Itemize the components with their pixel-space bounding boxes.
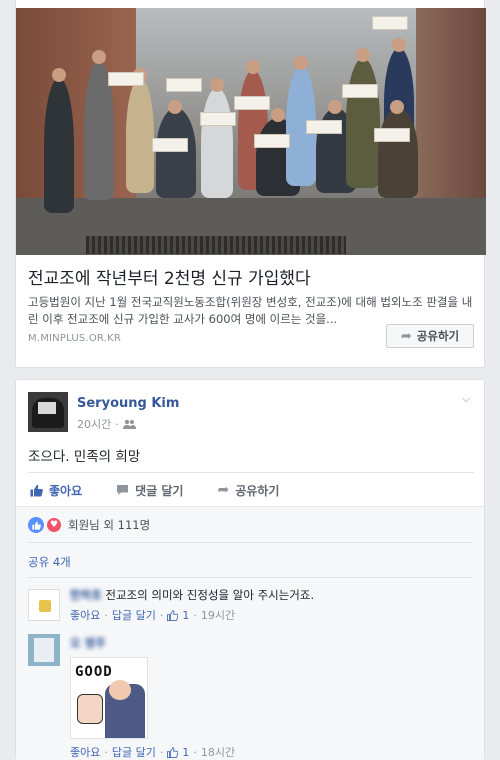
photo-head [390,100,404,114]
feedback-section: ♥ 회원님 외 111명 공유 4개 한하호 전교조의 의미와 진정성을 알아 … [16,506,484,760]
avatar[interactable] [28,392,68,432]
link-domain: M.MINPLUS.OR.KR [28,333,121,344]
comment-body: 오 명주 [70,635,106,651]
link-preview-card[interactable]: 전교조에 작년부터 2천명 신규 가입했다 고등법원이 지난 1월 전국교직원노… [15,0,486,368]
photo-person [378,108,418,198]
reactions-text: 회원님 외 111명 [68,518,151,532]
commenter-name[interactable]: 오 명주 [70,636,106,650]
comment-like-button[interactable]: 좋아요 [70,744,100,760]
post-timestamp[interactable]: 20시간 [77,416,111,432]
photo-head [210,78,224,92]
avatar-figure [39,600,51,612]
comment-actions: 좋아요 · 답글 달기 · 1 · 18시간 [70,744,235,760]
dot-separator: · [193,745,197,759]
photo-person [44,78,74,213]
like-button[interactable]: 좋아요 [30,482,82,499]
photo-sign [306,120,342,134]
dot-separator: · [104,745,108,759]
divider [28,472,474,473]
dot-separator: · [115,417,119,431]
comment-like-button[interactable]: 좋아요 [70,607,100,623]
comment-reply-button[interactable]: 답글 달기 [112,607,156,623]
thumbs-up-icon [77,694,103,724]
dot-separator: · [193,608,197,622]
like-label: 좋아요 [49,483,83,498]
friends-icon[interactable] [122,419,136,429]
comment-like-count[interactable]: 1 [182,746,189,759]
photo-sign [152,138,188,152]
comment-icon [117,485,129,495]
like-reaction-icon [28,517,44,533]
post-action-bar: 좋아요 댓글 달기 ➦ 공유하기 [28,479,474,501]
photo-grate [86,236,346,254]
post-share-label: 공유하기 [235,483,280,498]
post-author-name[interactable]: Seryoung Kim [77,396,179,411]
comment-actions: 좋아요 · 답글 달기 · 1 · 19시간 [70,607,235,623]
photo-head [168,100,182,114]
thumbs-up-icon [30,484,43,496]
post-share-button[interactable]: ➦ 공유하기 [217,482,279,499]
avatar-figure [38,402,56,414]
photo-sign [234,96,270,110]
link-description[interactable]: 고등법원이 지난 1월 전국교직원노동조합(위원장 변성호, 전교조)에 대해 … [28,294,476,328]
share-button[interactable]: ➦ 공유하기 [386,324,474,348]
dot-separator: · [159,745,164,759]
photo-head [92,50,106,64]
share-arrow-icon: ➦ [400,328,412,344]
photo-sign [254,134,290,148]
comment-timestamp[interactable]: 19시간 [201,607,235,623]
comment-button[interactable]: 댓글 달기 [116,482,183,499]
photo-sign [166,78,202,92]
comment-timestamp[interactable]: 18시간 [201,744,235,760]
share-button-label: 공유하기 [416,329,460,343]
photo-sign [342,84,378,98]
dot-separator: · [159,608,164,622]
post-text: 조으다. 민족의 희망 [28,449,141,465]
chevron-down-icon[interactable]: ⌵ [462,392,470,406]
avatar-figure [34,638,54,662]
photo-head [52,68,66,82]
sticker-face [109,680,131,700]
photo-person [156,108,196,198]
commenter-avatar[interactable] [28,634,60,666]
comment-text: 전교조의 의미와 진정성을 알아 주시는거죠. [105,588,315,602]
good-sticker[interactable]: GOOD [70,657,148,739]
photo-sign [374,128,410,142]
share-arrow-icon: ➦ [217,482,230,498]
photo-head [392,38,406,52]
post-meta: 20시간 · [77,416,136,432]
photo-head [328,100,342,114]
divider [28,577,472,578]
photo-head [271,108,285,122]
photo-person [126,78,154,193]
photo-head [356,48,370,62]
photo-head [294,56,308,70]
comment-body: 한하호 전교조의 의미와 진정성을 알아 주시는거죠. [70,587,314,603]
love-reaction-icon: ♥ [46,517,62,533]
thumbs-up-icon [167,746,179,758]
comment-label: 댓글 달기 [135,483,184,498]
link-title[interactable]: 전교조에 작년부터 2천명 신규 가입했다 [28,264,311,289]
photo-sign [200,112,236,126]
comment-reply-button[interactable]: 답글 달기 [112,744,156,760]
share-count-link[interactable]: 공유 4개 [28,554,71,570]
link-preview-image[interactable] [16,8,486,255]
commenter-name[interactable]: 한하호 [70,588,102,602]
photo-person [201,88,233,198]
photo-head [246,60,260,74]
dot-separator: · [104,608,108,622]
comment-like-count[interactable]: 1 [182,609,189,622]
post-card: Seryoung Kim 20시간 · ⌵ 조으다. 민족의 희망 좋아요 댓글… [15,379,485,760]
thumbs-up-icon [167,609,179,621]
sticker-text: GOOD [75,664,113,680]
reactions-summary[interactable]: ♥ 회원님 외 111명 [28,517,150,533]
photo-sign [108,72,144,86]
divider [28,542,472,543]
photo-sign [372,16,408,30]
commenter-avatar[interactable] [28,589,60,621]
photo-person [346,58,380,188]
